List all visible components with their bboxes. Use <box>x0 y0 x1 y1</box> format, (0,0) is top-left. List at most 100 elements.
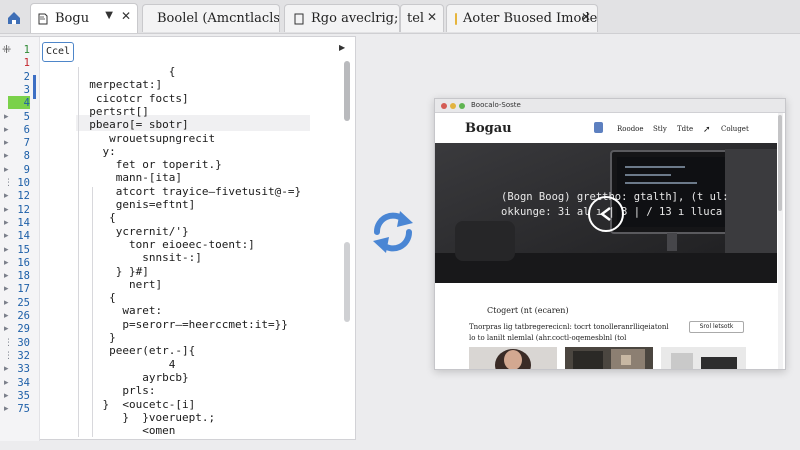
fold-marker-icon[interactable]: ⋮ <box>4 178 13 188</box>
tab-label: Boolel (Amcntlacls) <box>157 11 280 26</box>
fold-marker-icon[interactable]: ▸ <box>4 245 9 255</box>
nav-item[interactable]: Coluget <box>721 125 749 133</box>
change-marker <box>33 75 36 99</box>
code-line[interactable]: ayrbcb} <box>76 371 188 384</box>
minimize-dot-icon[interactable] <box>450 103 456 109</box>
code-line[interactable]: { <box>76 65 176 78</box>
fold-marker-icon[interactable]: ▸ <box>4 298 9 308</box>
fold-marker-icon[interactable]: ⋮ <box>4 338 13 348</box>
fold-marker-icon[interactable]: ▸ <box>4 138 9 148</box>
code-line[interactable]: peeer(etr.-]{ <box>76 344 195 357</box>
code-line[interactable]: pbearo[= sbotr] <box>76 118 188 131</box>
sync-icon[interactable] <box>366 205 420 259</box>
card-image[interactable] <box>469 347 557 369</box>
code-line[interactable]: y: <box>76 145 115 158</box>
logo-icon <box>594 122 603 133</box>
fold-marker-icon[interactable]: ▸ <box>4 258 9 268</box>
code-line[interactable]: wrouetsupngrecit <box>76 132 215 145</box>
window-title: Boocalo-Soste <box>471 101 521 109</box>
fold-marker-icon[interactable]: ▸ <box>4 151 9 161</box>
code-line[interactable]: } <oucetc-[i] <box>76 398 195 411</box>
nav-item[interactable]: Stly <box>653 125 667 133</box>
close-icon[interactable]: ✕ <box>581 10 591 24</box>
hero-image: (Bogn Boog) grettho: gtalth], (t ul: okk… <box>435 143 777 283</box>
nav-item[interactable]: Roodoe <box>617 125 644 133</box>
play-icon[interactable] <box>588 196 624 232</box>
file-icon <box>38 13 48 24</box>
fold-marker-icon[interactable]: ▸ <box>4 125 9 135</box>
code-line[interactable]: } }#] <box>76 265 149 278</box>
preview-scrollbar-thumb[interactable] <box>778 115 782 211</box>
maximize-dot-icon[interactable] <box>459 103 465 109</box>
cursor-icon: ➚ <box>703 125 711 135</box>
code-line[interactable]: snnsit-:] <box>76 251 202 264</box>
fold-marker-icon[interactable]: ▸ <box>4 284 9 294</box>
fold-marker-icon[interactable]: ▸ <box>4 112 9 122</box>
close-icon[interactable]: ✕ <box>427 10 437 24</box>
cta-button[interactable]: Srol letsotk <box>689 321 744 333</box>
site-brand[interactable]: Bogau <box>465 121 512 136</box>
code-line[interactable]: ycrernit/'} <box>76 225 189 238</box>
fold-marker-icon[interactable]: ⋮ <box>4 351 13 361</box>
scrollbar-track[interactable] <box>344 242 350 322</box>
nav-item[interactable]: Tdte <box>677 125 693 133</box>
fold-marker-icon[interactable]: ▸ <box>4 218 9 228</box>
card-image[interactable] <box>661 347 746 369</box>
fold-marker-icon[interactable]: ▸ <box>4 324 9 334</box>
description-line: Tnorpras lig tatbregerecicnl: tocrt tono… <box>469 323 669 331</box>
chevron-down-icon[interactable]: ▼ <box>105 10 113 21</box>
code-line[interactable]: pertsrt[] <box>76 105 149 118</box>
tab-label: Rgo aveclrig; <box>311 11 399 26</box>
fold-marker-icon[interactable]: ▸ <box>4 271 9 281</box>
code-line[interactable]: p=serorr—=heerccmet:it=}} <box>76 318 288 331</box>
code-line[interactable]: genis=eftnt] <box>76 198 195 211</box>
code-line[interactable]: atcort trayice—fivetusit@-=} <box>76 185 301 198</box>
scrollbar-thumb[interactable] <box>344 61 350 121</box>
preview-window: Boocalo-Soste Bogau Roodoe Stly Tdte ➚ C… <box>434 98 786 370</box>
doc-icon <box>294 13 304 24</box>
code-line[interactable]: cicotcr focts] <box>76 92 189 105</box>
code-line[interactable]: tonr eioeec-toent:] <box>76 238 255 251</box>
tab-rgo[interactable]: Rgo aveclrig; <box>284 4 400 32</box>
code-line[interactable]: nert] <box>76 278 162 291</box>
code-line[interactable]: prls: <box>76 384 155 397</box>
code-line[interactable]: <omen <box>76 424 175 437</box>
caret-right-icon[interactable]: ▶ <box>339 43 345 52</box>
tab-bogu[interactable]: Bogu ▼ ✕ <box>30 3 138 33</box>
code-line[interactable]: waret: <box>76 304 162 317</box>
fold-marker-icon[interactable]: ▸ <box>4 205 9 215</box>
tab-aoter[interactable]: Aoter Buosed Imodel ✕ <box>446 4 598 32</box>
code-line[interactable]: { <box>76 291 116 304</box>
code-line[interactable]: merpectat:] <box>76 78 162 91</box>
fold-marker-icon[interactable]: ▸ <box>4 231 9 241</box>
tab-label: Aoter Buosed Imodel <box>463 11 598 26</box>
tab-boolel[interactable]: Boolel (Amcntlacls) <box>142 4 280 32</box>
code-editor[interactable]: ⁜ 1 1 2 3 4 5 6 7 8 9 10 12 12 14 14 15 16 18 17 25 26 29 30 32… <box>0 36 356 441</box>
fold-marker-icon[interactable]: ▸ <box>4 311 9 321</box>
fold-marker-icon[interactable]: ▸ <box>4 404 9 414</box>
line-number: 4 <box>23 97 30 110</box>
code-button[interactable]: Ccel <box>42 42 74 62</box>
description-line: lo to lanilt nlemlal (ahr.coctl-oqemesbl… <box>469 334 627 342</box>
close-dot-icon[interactable] <box>441 103 447 109</box>
fold-marker-icon[interactable]: ▸ <box>4 364 9 374</box>
card-image[interactable] <box>565 347 653 369</box>
window-titlebar: Boocalo-Soste <box>435 99 785 113</box>
home-icon[interactable] <box>6 10 22 26</box>
fold-marker-icon[interactable]: ▸ <box>4 391 9 401</box>
section-title: Ctogert (nt (ecaren) <box>487 306 569 315</box>
close-icon[interactable]: ✕ <box>121 9 131 23</box>
code-line[interactable]: } <box>76 331 116 344</box>
line-number: 1 <box>23 44 30 56</box>
code-line[interactable]: } }voeruept.; <box>76 411 215 424</box>
code-line[interactable]: mann-[ita] <box>76 171 182 184</box>
fold-marker-icon[interactable]: ▸ <box>4 165 9 175</box>
fold-marker-icon[interactable]: ▸ <box>4 191 9 201</box>
code-line[interactable]: fet or toperit.} <box>76 158 222 171</box>
fold-marker-icon[interactable]: ▸ <box>4 378 9 388</box>
tab-label: tel <box>407 11 425 26</box>
line-number: 1 <box>23 57 30 70</box>
code-line[interactable]: 4 <box>76 358 176 371</box>
code-line[interactable]: { <box>76 211 116 224</box>
tab-tel[interactable]: tel ✕ <box>400 4 444 32</box>
